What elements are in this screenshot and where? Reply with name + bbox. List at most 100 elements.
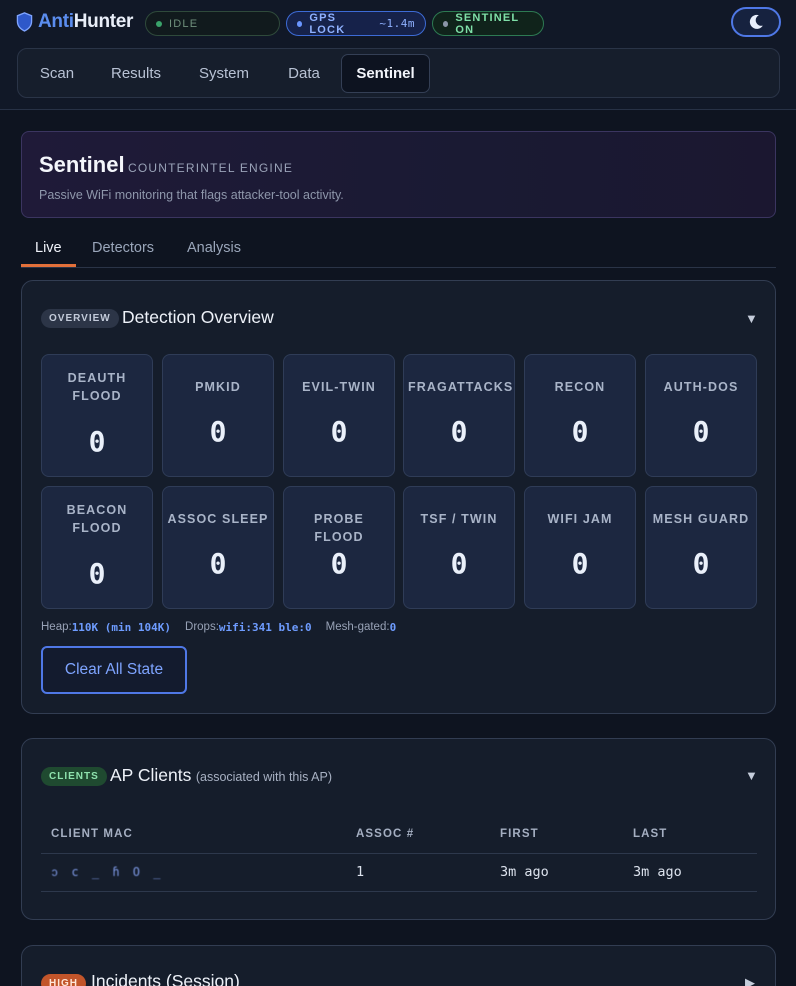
column-header-assoc[interactable]: ASSOC # (356, 828, 414, 840)
last-seen-cell: 3m ago (633, 864, 682, 880)
detector-tile-mesh-guard[interactable]: MESH GUARD 0 (645, 486, 757, 609)
clients-heading: AP Clients (associated with this AP) (110, 765, 332, 786)
nav-tab-system[interactable]: System (184, 54, 264, 93)
overview-badge: OVERVIEW (41, 309, 119, 328)
mesh-gated-label: Mesh-gated: (325, 621, 390, 633)
detector-tile-assoc-sleep[interactable]: ASSOC SLEEP 0 (162, 486, 274, 609)
column-header-first[interactable]: FIRST (500, 828, 539, 840)
incidents-panel: HIGH Incidents (Session) ▶ (21, 945, 776, 986)
sentinel-header-card: Sentinel COUNTERINTEL ENGINE Passive WiF… (21, 131, 776, 218)
column-header-last[interactable]: LAST (633, 828, 667, 840)
detector-tile-probe-flood[interactable]: PROBE FLOOD 0 (283, 486, 395, 609)
nav-tab-results[interactable]: Results (98, 54, 174, 93)
drops-value: wifi:341 ble:0 (218, 621, 312, 634)
sentinel-subtabs: Live Detectors Analysis (21, 236, 776, 268)
clients-badge: CLIENTS (41, 767, 107, 786)
active-tab-indicator (21, 264, 76, 267)
app-header: AntiHunter IDLE GPS LOCK ~1.4m SENTINEL … (0, 0, 796, 110)
detector-tile-fragattacks[interactable]: FRAGATTACKS 0 (403, 354, 515, 477)
detector-label: AUTH-DOS (663, 380, 739, 394)
detector-count: 0 (209, 415, 227, 448)
detector-label: DEAUTH FLOOD (67, 371, 127, 403)
detector-count: 0 (571, 415, 589, 448)
clear-all-state-button[interactable]: Clear All State (41, 646, 187, 694)
status-dot-icon (156, 20, 162, 27)
page-subtitle: COUNTERINTEL ENGINE (128, 161, 294, 175)
client-mac-cell: ↄ c _ ɦ O _ (51, 865, 164, 879)
nav-tab-data[interactable]: Data (274, 54, 334, 93)
detector-tile-tsf-twin[interactable]: TSF / TWIN 0 (403, 486, 515, 609)
detector-label: FRAGATTACKS (408, 380, 514, 394)
detector-tile-pmkid[interactable]: PMKID 0 (162, 354, 274, 477)
detector-tile-auth-dos[interactable]: AUTH-DOS 0 (645, 354, 757, 477)
shield-icon (16, 12, 33, 32)
detector-count: 0 (450, 415, 468, 448)
subtab-live[interactable]: Live (35, 240, 62, 256)
detector-count: 0 (209, 547, 227, 580)
scan-status-badge: IDLE (145, 11, 280, 36)
subtab-detectors[interactable]: Detectors (92, 240, 154, 256)
sentinel-status-badge: SENTINEL ON (432, 11, 544, 36)
theme-toggle-button[interactable] (731, 7, 781, 37)
incidents-title: Incidents (Session) (91, 971, 240, 986)
assoc-count-cell: 1 (356, 864, 365, 880)
detector-label: BEACON FLOOD (66, 503, 128, 535)
detector-label: EVIL-TWIN (302, 380, 376, 394)
gps-dot-icon (297, 20, 303, 27)
detector-count: 0 (88, 557, 106, 590)
detector-tile-wifi-jam[interactable]: WIFI JAM 0 (524, 486, 636, 609)
severity-high-badge: HIGH (41, 974, 86, 986)
detector-label: WIFI JAM (547, 512, 613, 526)
nav-tab-scan[interactable]: Scan (26, 54, 88, 93)
detection-overview-panel: OVERVIEW Detection Overview ▼ DEAUTH FLO… (21, 280, 776, 714)
detector-label: ASSOC SLEEP (167, 512, 269, 526)
detector-count: 0 (450, 547, 468, 580)
main-nav: Scan Results System Data Sentinel (17, 48, 780, 98)
collapse-chevron-icon[interactable]: ▼ (745, 311, 758, 326)
overview-title: Detection Overview (122, 307, 274, 327)
clients-subtitle: (associated with this AP) (195, 770, 333, 784)
sentinel-status-label: SENTINEL ON (455, 11, 520, 36)
detector-label: PROBE FLOOD (314, 512, 364, 544)
detector-count: 0 (571, 547, 589, 580)
detector-tile-recon[interactable]: RECON 0 (524, 354, 636, 477)
scan-status-label: IDLE (169, 17, 199, 30)
column-header-client-mac[interactable]: CLIENT MAC (51, 828, 133, 840)
expand-chevron-icon[interactable]: ▶ (745, 975, 755, 986)
detector-count: 0 (692, 547, 710, 580)
detector-tile-deauth-flood[interactable]: DEAUTH FLOOD 0 (41, 354, 153, 477)
detector-label: RECON (554, 380, 606, 394)
detector-count: 0 (88, 425, 106, 458)
brand-logo[interactable]: AntiHunter (16, 10, 133, 34)
page-description: Passive WiFi monitoring that flags attac… (39, 188, 344, 202)
nav-tab-sentinel[interactable]: Sentinel (341, 54, 430, 93)
ap-clients-panel: CLIENTS AP Clients (associated with this… (21, 738, 776, 920)
heap-value: 110K (min 104K) (71, 621, 172, 634)
sentinel-dot-icon (443, 20, 449, 27)
brand-name-hunter: Hunter (73, 11, 134, 32)
detector-count: 0 (330, 547, 348, 580)
brand-name: AntiHunter (38, 11, 133, 33)
page-title: Sentinel (39, 152, 125, 177)
gps-status-badge: GPS LOCK ~1.4m (286, 11, 426, 36)
gps-accuracy: ~1.4m (379, 17, 415, 30)
detector-tile-beacon-flood[interactable]: BEACON FLOOD 0 (41, 486, 153, 609)
gps-status-label: GPS LOCK (309, 11, 346, 36)
detector-count: 0 (330, 415, 348, 448)
clients-title: AP Clients (110, 765, 192, 785)
mesh-gated-value: 0 (389, 621, 397, 634)
moon-icon (749, 14, 763, 29)
first-seen-cell: 3m ago (500, 864, 549, 880)
table-divider (41, 891, 757, 892)
drops-label: Drops: (185, 621, 219, 633)
detector-label: TSF / TWIN (420, 512, 498, 526)
detector-label: PMKID (195, 380, 241, 394)
detector-label: MESH GUARD (652, 512, 750, 526)
table-divider (41, 853, 757, 854)
heap-label: Heap: (41, 621, 72, 633)
detector-tile-evil-twin[interactable]: EVIL-TWIN 0 (283, 354, 395, 477)
collapse-chevron-icon[interactable]: ▼ (745, 768, 758, 783)
detector-count: 0 (692, 415, 710, 448)
subtab-analysis[interactable]: Analysis (187, 240, 241, 256)
brand-name-anti: Anti (38, 11, 74, 32)
